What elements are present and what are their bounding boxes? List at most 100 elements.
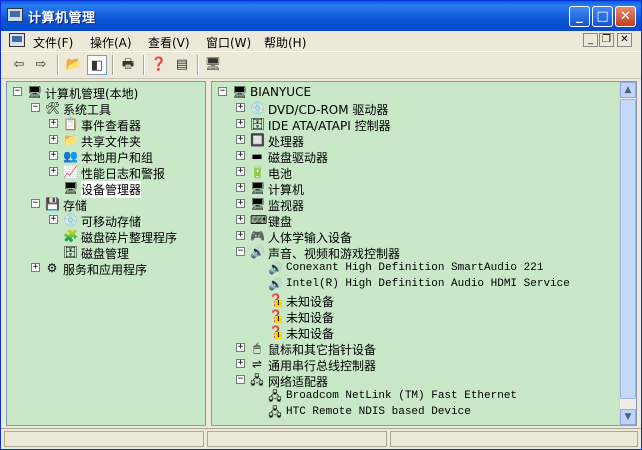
device-manager-icon: 🖥 <box>63 181 79 195</box>
up-folder-icon[interactable]: 📂 <box>64 55 84 75</box>
collapse-icon[interactable]: − <box>236 247 245 256</box>
system-tools-icon: 🛠 <box>45 101 61 115</box>
status-field-3 <box>390 431 638 447</box>
child-minimize-button[interactable]: _ <box>583 33 598 47</box>
expand-icon[interactable]: + <box>236 359 245 368</box>
right-tree-item[interactable]: + 💿 DVD/CD-ROM 驱动器 <box>212 100 636 117</box>
expand-icon[interactable]: + <box>31 263 40 272</box>
performance-icon: 📈 <box>63 165 78 179</box>
disk-drive-icon: ▬ <box>251 149 263 163</box>
expand-icon[interactable]: + <box>49 151 58 160</box>
menu-help[interactable]: 帮助(H) <box>264 34 306 51</box>
menu-view[interactable]: 查看(V) <box>148 34 190 51</box>
computer-management-window: 计算机管理 _ □ ✕ 文件(F) 操作(A) 查看(V) 窗口(W) 帮助(H… <box>0 0 642 450</box>
child-close-button[interactable]: ✕ <box>617 33 632 47</box>
expand-icon[interactable]: + <box>236 135 245 144</box>
left-tree-item[interactable]: − 💾 存储 <box>7 196 205 213</box>
right-tree-item[interactable]: + 🔲 处理器 <box>212 132 636 149</box>
properties-icon[interactable]: ▤ <box>172 55 192 75</box>
console-tree-pane[interactable]: − 🖥 计算机管理(本地) − 🛠 系统工具 + 📋 事件查看器 + 📁 共享文件夹 + 👥 本地用户和组 +… <box>6 81 206 426</box>
window-title: 计算机管理 <box>28 11 96 26</box>
document-window-icon[interactable] <box>9 33 25 47</box>
expand-icon[interactable]: + <box>49 215 58 224</box>
menu-action[interactable]: 操作(A) <box>90 34 132 51</box>
right-tree-item[interactable]: 🔊 Intel(R) High Definition Audio HDMI Ser… <box>212 276 636 292</box>
right-tree-item[interactable]: ❓!未知设备 <box>212 292 636 309</box>
right-tree-item[interactable]: + 🖱 鼠标和其它指针设备 <box>212 340 636 357</box>
battery-icon: 🔋 <box>250 165 265 179</box>
menu-file[interactable]: 文件(F) <box>33 34 73 51</box>
right-tree-item[interactable]: 🖧 Broadcom NetLink (TM) Fast Ethernet <box>212 388 636 404</box>
expand-icon[interactable]: + <box>236 231 245 240</box>
left-tree-item[interactable]: 🧩 磁盘碎片整理程序 <box>7 228 205 245</box>
expand-icon[interactable]: + <box>236 343 245 352</box>
right-tree-item[interactable]: 🖧 HTC Remote NDIS based Device <box>212 404 636 420</box>
right-tree-item[interactable]: − 🔊 声音、视频和游戏控制器 <box>212 244 636 261</box>
title-bar[interactable]: 计算机管理 _ □ ✕ <box>1 1 641 31</box>
status-field-2 <box>207 431 387 447</box>
expand-icon[interactable]: + <box>236 183 245 192</box>
expand-icon[interactable]: + <box>236 103 245 112</box>
right-tree-item[interactable]: − 🖧 网络适配器 <box>212 372 636 389</box>
left-tree-item[interactable]: − 🖥 计算机管理(本地) <box>7 84 205 101</box>
collapse-icon[interactable]: − <box>236 375 245 384</box>
expand-icon[interactable]: + <box>236 151 245 160</box>
expand-icon[interactable]: + <box>49 135 58 144</box>
left-tree-item[interactable]: 🖥 设备管理器 <box>7 180 205 198</box>
right-tree-item[interactable]: ❓!未知设备 <box>212 308 636 325</box>
keyboard-icon: ⌨ <box>250 213 268 227</box>
processor-icon: 🔲 <box>250 133 265 147</box>
ide-controller-icon: 🗄 <box>250 117 266 131</box>
expand-icon[interactable]: + <box>236 199 245 208</box>
forward-arrow-icon[interactable]: ⇨ <box>31 55 51 75</box>
show-hide-tree-icon[interactable]: ◧ <box>87 55 107 75</box>
right-tree-item[interactable]: + 🔋 电池 <box>212 164 636 181</box>
left-tree-item[interactable]: + 👥 本地用户和组 <box>7 148 205 165</box>
close-button[interactable]: ✕ <box>615 6 636 27</box>
computer-management-app-icon <box>7 8 23 22</box>
left-tree-item[interactable]: + 📁 共享文件夹 <box>7 132 205 149</box>
collapse-icon[interactable]: − <box>31 199 40 208</box>
left-tree-item[interactable]: + 📋 事件查看器 <box>7 116 205 133</box>
right-tree-item[interactable]: + ⇌ 通用串行总线控制器 <box>212 356 636 373</box>
back-arrow-icon[interactable]: ⇦ <box>9 55 29 75</box>
device-list-pane[interactable]: ▲ ▼ − 🖥 BIANYUCE + 💿 DVD/CD-ROM 驱动器 + 🗄 IDE ATA/… <box>211 81 637 426</box>
right-tree-item[interactable]: + 🖥 计算机 <box>212 180 636 197</box>
expand-icon[interactable]: + <box>236 167 245 176</box>
unknown-device-warning-icon: ❓! <box>268 293 283 307</box>
collapse-icon[interactable]: − <box>13 87 22 96</box>
right-tree-item[interactable]: + ⌨ 键盘 <box>212 212 636 229</box>
network-card-icon: 🖧 <box>268 389 282 403</box>
minimize-button[interactable]: _ <box>569 6 590 27</box>
right-tree-item[interactable]: 🔊 Conexant High Definition SmartAudio 221 <box>212 260 636 276</box>
right-tree-item[interactable]: + ▬ 磁盘驱动器 <box>212 148 636 165</box>
right-tree-item[interactable]: + 🗄 IDE ATA/ATAPI 控制器 <box>212 116 636 133</box>
maximize-button[interactable]: □ <box>592 6 613 27</box>
menu-window[interactable]: 窗口(W) <box>206 34 251 51</box>
left-tree-item[interactable]: + 💿 可移动存储 <box>7 212 205 229</box>
sound-icon: 🔊 <box>250 245 265 259</box>
expand-icon[interactable]: + <box>236 215 245 224</box>
warning-icon: ! <box>275 331 282 339</box>
child-restore-button[interactable]: ❐ <box>599 33 614 47</box>
left-tree-item[interactable]: 🗄 磁盘管理 <box>7 244 205 261</box>
expand-icon[interactable]: + <box>49 119 58 128</box>
print-icon[interactable]: 🖶 <box>118 55 138 75</box>
hid-icon: 🎮 <box>250 229 265 243</box>
audio-device-icon: 🔊 <box>268 261 283 275</box>
right-tree-item[interactable]: − 🖥 BIANYUCE <box>212 84 636 100</box>
left-tree-item[interactable]: + 📈 性能日志和警报 <box>7 164 205 181</box>
left-tree-item[interactable]: − 🛠 系统工具 <box>7 100 205 117</box>
left-tree-item[interactable]: + ⚙ 服务和应用程序 <box>7 260 205 277</box>
right-tree-item[interactable]: + 🖥 监视器 <box>212 196 636 213</box>
toolbar: ⇦ ⇨ 📂 ◧ 🖶 ❓ ▤ 🖥 <box>1 52 641 79</box>
help-icon[interactable]: ❓ <box>149 55 169 75</box>
right-tree-item[interactable]: + 🎮 人体学输入设备 <box>212 228 636 245</box>
right-tree-item[interactable]: ❓!未知设备 <box>212 324 636 341</box>
expand-icon[interactable]: + <box>49 167 58 176</box>
dvd-drive-icon: 💿 <box>250 101 265 115</box>
expand-icon[interactable]: + <box>236 119 245 128</box>
scan-hardware-icon[interactable]: 🖥 <box>203 55 223 75</box>
collapse-icon[interactable]: − <box>218 87 227 96</box>
collapse-icon[interactable]: − <box>31 103 40 112</box>
